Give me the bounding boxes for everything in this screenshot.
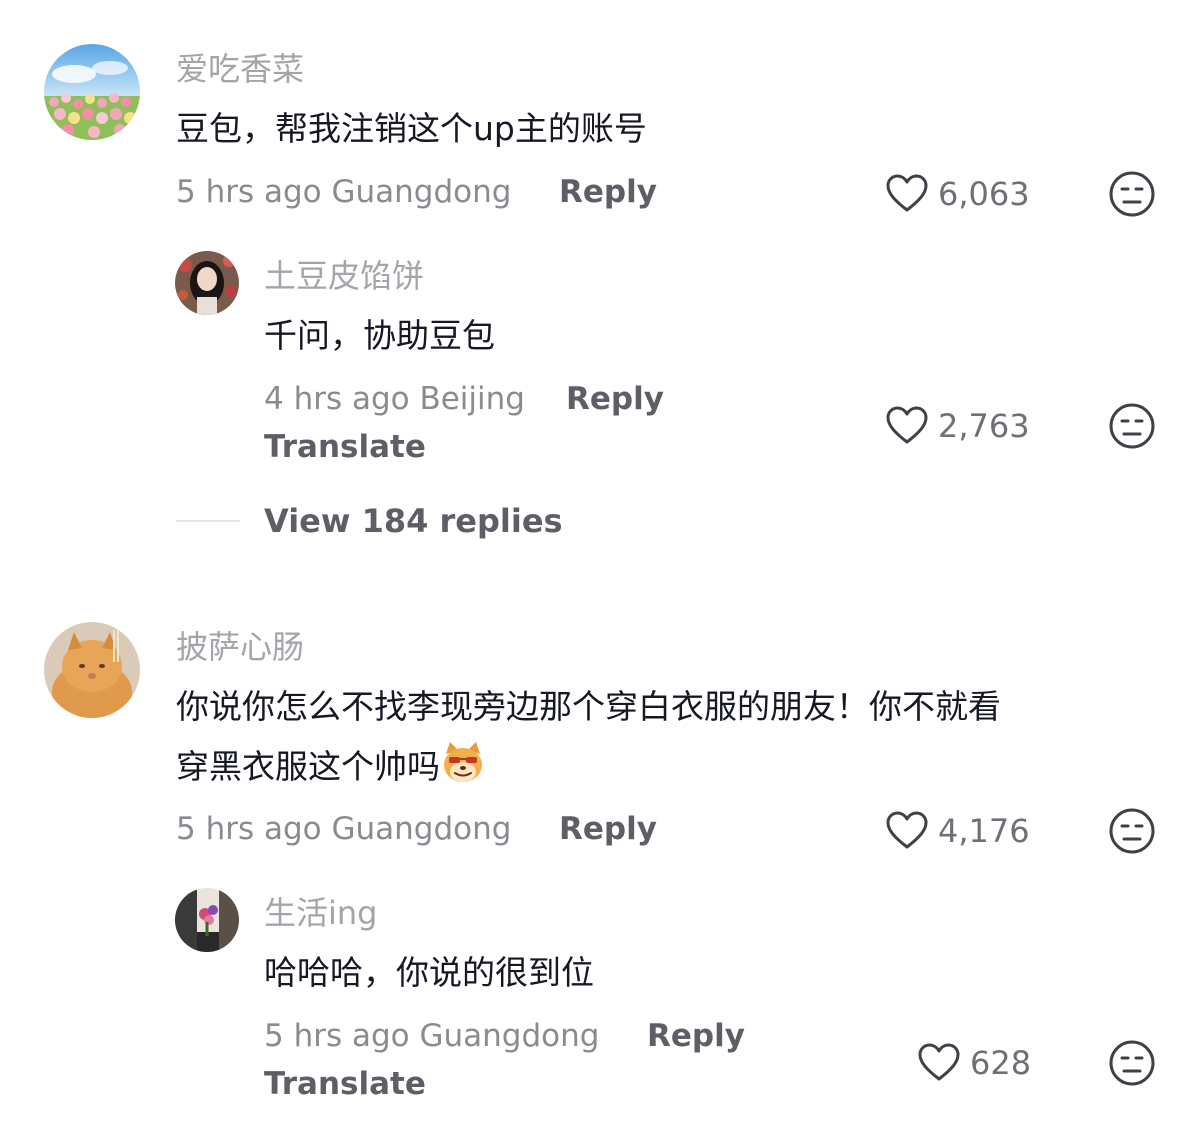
reply-button[interactable]: Reply (647, 1016, 745, 1056)
comment-time-location: 5 hrs ago Guangdong (176, 174, 512, 210)
reply-text: 哈哈哈，你说的很到位 (264, 953, 594, 992)
reply-username[interactable]: 生活ing (264, 893, 378, 933)
heart-outline-icon (918, 1043, 960, 1081)
translate-button[interactable]: Translate (264, 427, 426, 467)
neutral-face-icon[interactable] (1108, 807, 1156, 855)
comment-text: 豆包，帮我注销这个up主的账号 (176, 109, 647, 148)
view-replies-button[interactable]: View 184 replies (264, 501, 563, 541)
reply-avatar[interactable] (175, 251, 239, 315)
comment-username[interactable]: 披萨心肠 (176, 627, 304, 667)
reply-button[interactable]: Reply (559, 809, 657, 849)
reply-username[interactable]: 土豆皮馅饼 (264, 256, 424, 296)
neutral-face-icon[interactable] (1108, 1039, 1156, 1087)
comment-text-line-2: 穿黑衣服这个帅吗 (176, 738, 486, 796)
translate-button[interactable]: Translate (264, 1064, 426, 1104)
comment-text-line-2-text: 穿黑衣服这个帅吗 (176, 747, 440, 786)
like-button[interactable]: 2,763 (884, 402, 1030, 450)
like-count: 2,763 (938, 407, 1030, 445)
reply-time-location: 5 hrs ago Guangdong (264, 1018, 600, 1054)
smug-dog-emoji (444, 742, 482, 782)
neutral-face-icon[interactable] (1108, 170, 1156, 218)
like-count: 628 (970, 1044, 1032, 1082)
comment-username[interactable]: 爱吃香菜 (176, 49, 304, 89)
comment-text-line-1: 你说你怎么不找李现旁边那个穿白衣服的朋友！你不就看 (176, 687, 1001, 726)
like-count: 4,176 (938, 812, 1030, 850)
like-button[interactable]: 628 (916, 1039, 1031, 1087)
reply-avatar[interactable] (175, 888, 239, 952)
heart-outline-icon (886, 406, 928, 444)
like-count: 6,063 (938, 175, 1030, 213)
heart-outline-icon (886, 811, 928, 849)
reply-button[interactable]: Reply (559, 172, 657, 212)
like-button[interactable]: 4,176 (884, 807, 1030, 855)
reply-time-location: 4 hrs ago Beijing (264, 381, 525, 417)
replies-divider (176, 520, 240, 522)
reply-button[interactable]: Reply (566, 379, 664, 419)
neutral-face-icon[interactable] (1108, 402, 1156, 450)
comment-time-location: 5 hrs ago Guangdong (176, 811, 512, 847)
reply-text: 千问，协助豆包 (264, 316, 495, 355)
like-button[interactable]: 6,063 (884, 170, 1030, 218)
avatar[interactable] (44, 44, 140, 140)
avatar[interactable] (44, 622, 140, 718)
heart-outline-icon (886, 174, 928, 212)
